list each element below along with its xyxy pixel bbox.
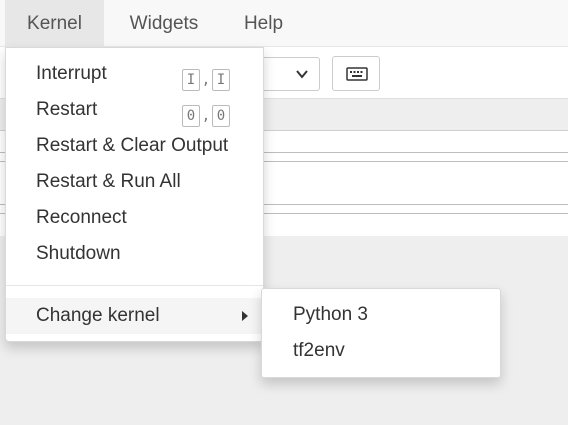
menu-widgets[interactable]: Widgets	[110, 0, 218, 47]
shortcut-key: 0	[182, 105, 200, 127]
shortcut-key: 0	[212, 105, 230, 127]
change-kernel-submenu: Python 3 tf2env	[261, 288, 501, 378]
menu-item-label: Reconnect	[36, 207, 127, 228]
menu-item-restart[interactable]: Restart 0,0	[6, 92, 263, 128]
shortcut-key: I	[182, 69, 200, 91]
menu-item-label: Restart & Clear Output	[36, 135, 229, 156]
submenu-item-label: Python 3	[293, 304, 368, 325]
command-palette-button[interactable]	[332, 56, 380, 91]
chevron-down-icon	[296, 70, 308, 79]
menu-item-label: Restart	[36, 99, 98, 120]
shortcut-restart: 0,0	[182, 98, 230, 127]
submenu-item-python3[interactable]: Python 3	[262, 297, 500, 333]
menu-help[interactable]: Help	[222, 0, 305, 47]
menu-item-label: Restart & Run All	[36, 171, 181, 192]
menu-item-label: Shutdown	[36, 243, 121, 264]
menu-item-shutdown[interactable]: Shutdown	[6, 236, 263, 272]
menu-divider	[6, 285, 263, 286]
shortcut-interrupt: I,I	[182, 62, 230, 91]
menu-item-change-kernel[interactable]: Change kernel	[6, 298, 263, 334]
menu-item-label: Interrupt	[36, 63, 107, 84]
caret-right-icon	[242, 311, 248, 321]
keyboard-icon	[346, 67, 368, 81]
menu-item-restart-clear-output[interactable]: Restart & Clear Output	[6, 128, 263, 164]
menu-item-restart-run-all[interactable]: Restart & Run All	[6, 164, 263, 200]
kernel-dropdown-menu: Interrupt I,I Restart 0,0 Restart & Clea…	[5, 47, 264, 342]
menu-kernel[interactable]: Kernel	[5, 0, 104, 47]
submenu-item-label: tf2env	[293, 340, 345, 361]
menu-item-label: Change kernel	[36, 305, 160, 326]
menubar: Kernel Widgets Help	[0, 0, 568, 47]
submenu-item-tf2env[interactable]: tf2env	[262, 333, 500, 369]
shortcut-key: I	[212, 69, 230, 91]
menu-item-reconnect[interactable]: Reconnect	[6, 200, 263, 236]
menu-item-interrupt[interactable]: Interrupt I,I	[6, 56, 263, 92]
